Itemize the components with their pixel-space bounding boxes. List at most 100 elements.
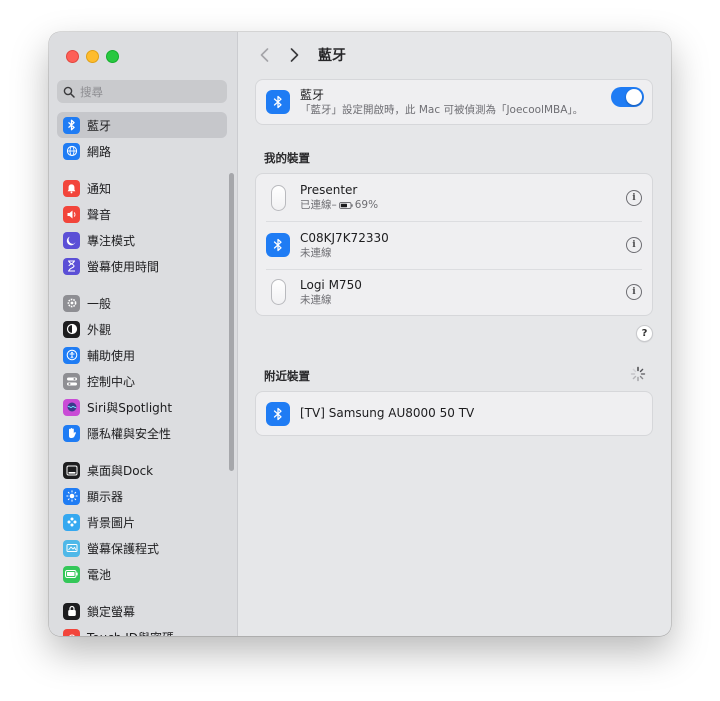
close-button[interactable] <box>66 50 79 63</box>
device-row-logi-m750[interactable]: Logi M750 未連線 i <box>256 269 652 315</box>
device-texts: Logi M750 未連線 <box>300 278 362 307</box>
sidebar-item-label: 控制中心 <box>87 374 136 389</box>
help-button[interactable]: ? <box>636 325 653 342</box>
info-icon: i <box>632 287 636 297</box>
sidebar-item-label: 網路 <box>87 144 112 159</box>
sidebar-item-label: 一般 <box>87 296 112 311</box>
wallpaper-icon <box>63 513 80 531</box>
sidebar-item-gear[interactable]: 一般 <box>57 290 227 316</box>
nearby-devices-title: 附近裝置 <box>264 369 310 383</box>
device-texts: C08KJ7K72330 未連線 <box>300 231 389 260</box>
device-name: [TV] Samsung AU8000 50 TV <box>300 406 475 420</box>
toolbar: 藍牙 <box>256 44 346 66</box>
hand-icon <box>63 424 80 442</box>
device-battery: 69% <box>354 199 379 211</box>
sidebar-item-bluetooth[interactable]: 藍牙 <box>57 112 227 138</box>
device-status: 已連線– 69% <box>300 198 378 212</box>
search-field[interactable] <box>57 80 227 103</box>
moon-icon <box>63 231 80 249</box>
back-button[interactable] <box>256 45 272 65</box>
sidebar-item-label: 鎖定螢幕 <box>87 604 136 619</box>
bluetooth-toggle-row: 藍牙 「藍牙」設定開啟時，此 Mac 可被偵測為「JoecoolMBA」。 <box>256 80 652 124</box>
my-devices-card: Presenter 已連線– 69% i C08KJ7K72330 未連線 i L… <box>255 173 653 316</box>
zoom-button[interactable] <box>106 50 119 63</box>
sidebar-item-label: Siri與Spotlight <box>87 400 173 415</box>
sidebar-item-label: 顯示器 <box>87 489 124 504</box>
sidebar-item-accessibility[interactable]: 輔助使用 <box>57 342 227 368</box>
search-icon <box>63 86 75 98</box>
my-devices-title: 我的裝置 <box>264 151 310 165</box>
bell-icon <box>63 179 80 197</box>
nearby-device-row[interactable]: [TV] Samsung AU8000 50 TV <box>256 392 652 435</box>
chevron-right-icon <box>290 48 298 62</box>
device-row-c08kj7k72330[interactable]: C08KJ7K72330 未連線 i <box>256 221 652 269</box>
sidebar-item-wallpaper[interactable]: 背景圖片 <box>57 509 227 535</box>
battery-icon <box>338 201 353 209</box>
info-icon: i <box>632 240 636 250</box>
lock-icon <box>63 602 80 620</box>
sidebar-item-label: 背景圖片 <box>87 515 136 530</box>
minimize-button[interactable] <box>86 50 99 63</box>
sidebar-item-label: 螢幕保護程式 <box>87 541 160 556</box>
battery-icon <box>63 565 80 583</box>
fingerprint-icon <box>63 628 80 636</box>
window-controls <box>66 50 119 63</box>
device-texts: Presenter 已連線– 69% <box>300 183 378 212</box>
bluetooth-icon <box>266 401 290 426</box>
device-row-presenter[interactable]: Presenter 已連線– 69% i <box>256 174 652 221</box>
sidebar-item-dock[interactable]: 桌面與Dock <box>57 457 227 483</box>
sidebar-item-label: 藍牙 <box>87 118 112 133</box>
sidebar-item-label: 外觀 <box>87 322 112 337</box>
sidebar-list: 藍牙網路通知聲音專注模式螢幕使用時間 一般外觀輔助使用控制中心 Siri與Spotl… <box>57 112 227 636</box>
loading-spinner-icon <box>630 366 646 382</box>
mouse-icon <box>266 278 290 306</box>
sidebar-item-sun[interactable]: 顯示器 <box>57 483 227 509</box>
sidebar-item-screensaver[interactable]: 螢幕保護程式 <box>57 535 227 561</box>
bluetooth-icon <box>63 116 80 134</box>
siri-icon <box>63 398 80 416</box>
device-name: Presenter <box>300 183 358 197</box>
sidebar-item-hourglass[interactable]: 螢幕使用時間 <box>57 253 227 279</box>
control-center-icon <box>63 372 80 390</box>
info-button[interactable]: i <box>626 237 642 253</box>
accessibility-icon <box>63 346 80 364</box>
sidebar-item-label: 電池 <box>87 567 112 582</box>
bluetooth-title: 藍牙 <box>300 87 325 102</box>
bluetooth-icon <box>266 233 290 257</box>
gear-icon <box>63 294 80 312</box>
sidebar-item-label: 隱私權與安全性 <box>87 426 172 441</box>
sidebar-item-hand[interactable]: 隱私權與安全性 <box>57 420 227 446</box>
sidebar-item-moon[interactable]: 專注模式 <box>57 227 227 253</box>
sidebar-item-globe[interactable]: 網路 <box>57 138 227 164</box>
bluetooth-description: 「藍牙」設定開啟時，此 Mac 可被偵測為「JoecoolMBA」。 <box>300 103 584 116</box>
hourglass-icon <box>63 257 80 275</box>
sidebar-item-label: 螢幕使用時間 <box>87 259 160 274</box>
device-status-prefix: 已連線– <box>300 199 337 211</box>
sidebar-item-battery[interactable]: 電池 <box>57 561 227 587</box>
info-button[interactable]: i <box>626 189 642 206</box>
toggle-knob <box>626 89 642 105</box>
globe-icon <box>63 142 80 160</box>
nearby-devices-card: [TV] Samsung AU8000 50 TV <box>255 391 653 436</box>
sidebar-item-appearance[interactable]: 外觀 <box>57 316 227 342</box>
mouse-icon <box>266 184 290 212</box>
device-texts: [TV] Samsung AU8000 50 TV <box>300 406 474 421</box>
search-input[interactable] <box>80 84 210 99</box>
info-button[interactable]: i <box>626 284 642 300</box>
sidebar-item-label: 聲音 <box>87 207 112 222</box>
sidebar-item-control-center[interactable]: 控制中心 <box>57 368 227 394</box>
device-name: C08KJ7K72330 <box>300 230 389 245</box>
sidebar-item-fingerprint[interactable]: Touch ID與密碼 <box>57 624 227 636</box>
forward-button[interactable] <box>286 45 302 65</box>
sidebar-scrollbar[interactable] <box>229 173 234 471</box>
sidebar-item-label: 專注模式 <box>87 233 136 248</box>
sidebar-item-speaker[interactable]: 聲音 <box>57 201 227 227</box>
bluetooth-texts: 藍牙 「藍牙」設定開啟時，此 Mac 可被偵測為「JoecoolMBA」。 <box>300 88 583 117</box>
sidebar-item-siri[interactable]: Siri與Spotlight <box>57 394 227 420</box>
bluetooth-toggle[interactable] <box>611 87 644 107</box>
bluetooth-card: 藍牙 「藍牙」設定開啟時，此 Mac 可被偵測為「JoecoolMBA」。 <box>255 79 653 125</box>
sidebar-item-bell[interactable]: 通知 <box>57 175 227 201</box>
sidebar-item-lock[interactable]: 鎖定螢幕 <box>57 598 227 624</box>
